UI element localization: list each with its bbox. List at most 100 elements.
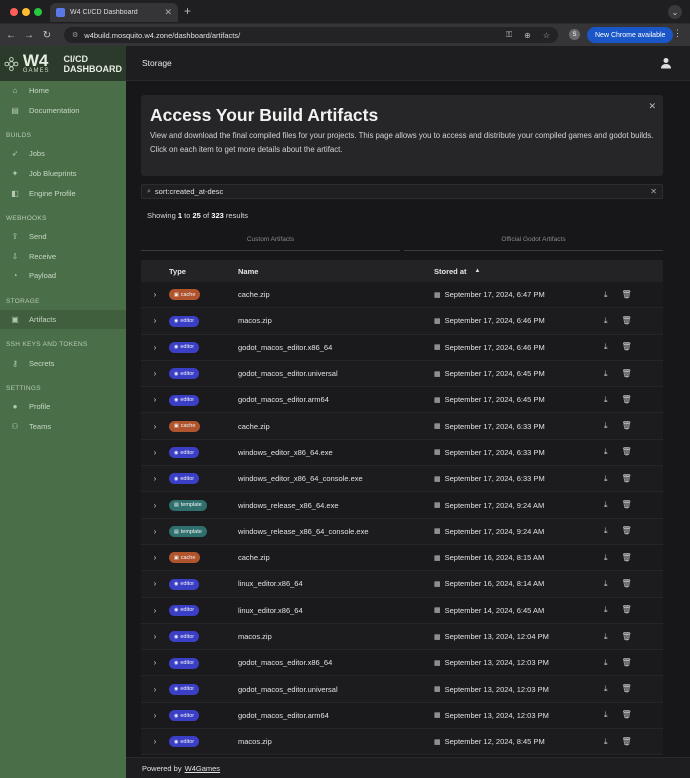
download-icon[interactable]: ⤓ bbox=[604, 605, 608, 615]
download-icon[interactable]: ⤓ bbox=[604, 369, 608, 379]
forward-arrow-icon[interactable]: → bbox=[20, 30, 38, 41]
more-menu-icon[interactable]: ⋮ bbox=[673, 28, 682, 39]
delete-icon[interactable]: 🗑 bbox=[622, 526, 632, 536]
download-icon[interactable]: ⤓ bbox=[604, 579, 608, 589]
expand-chevron-icon[interactable]: › bbox=[141, 685, 169, 694]
table-row[interactable]: › ▣ cache cache.zip ▦ September 17, 2024, 6:3… bbox=[141, 413, 663, 440]
expand-chevron-icon[interactable]: › bbox=[141, 316, 169, 325]
delete-icon[interactable]: 🗑 bbox=[622, 290, 632, 300]
delete-icon[interactable]: 🗑 bbox=[622, 658, 632, 668]
tab-search-icon[interactable]: ⌄ bbox=[668, 5, 682, 19]
delete-icon[interactable]: 🗑 bbox=[622, 737, 632, 747]
sidebar-item-send[interactable]: ⇪ Send bbox=[0, 227, 126, 247]
expand-chevron-icon[interactable]: › bbox=[141, 290, 169, 299]
download-icon[interactable]: ⤓ bbox=[604, 342, 608, 352]
close-tab-icon[interactable]: ✕ bbox=[164, 7, 172, 18]
delete-icon[interactable]: 🗑 bbox=[622, 710, 632, 720]
search-query[interactable]: sort:created_at-desc bbox=[155, 187, 646, 196]
download-icon[interactable]: ⤓ bbox=[604, 447, 608, 457]
table-row[interactable]: › ◉ editor macos.zip ▦ September 17, 2024, 6:… bbox=[141, 308, 663, 335]
sidebar-item-artifacts[interactable]: ▣ Artifacts bbox=[0, 309, 126, 330]
expand-chevron-icon[interactable]: › bbox=[141, 632, 169, 641]
download-icon[interactable]: ⤓ bbox=[604, 500, 608, 510]
download-icon[interactable]: ⤓ bbox=[604, 632, 608, 642]
close-window-button[interactable] bbox=[10, 8, 18, 16]
new-chrome-available-button[interactable]: New Chrome available bbox=[587, 27, 674, 43]
address-bar[interactable]: ⚙ w4build.mosquito.w4.zone/dashboard/art… bbox=[64, 27, 558, 43]
expand-chevron-icon[interactable]: › bbox=[141, 737, 169, 746]
table-row[interactable]: › ▣ cache cache.zip ▦ September 16, 2024, 8:1… bbox=[141, 544, 663, 572]
maximize-window-button[interactable] bbox=[34, 8, 42, 16]
delete-icon[interactable]: 🗑 bbox=[622, 684, 632, 694]
key-icon[interactable]: ⚿ bbox=[506, 30, 512, 40]
download-icon[interactable]: ⤓ bbox=[604, 526, 608, 536]
expand-chevron-icon[interactable]: › bbox=[141, 369, 169, 378]
table-row[interactable]: › ◉ editor godot_macos_editor.universal ▦ Sep… bbox=[141, 676, 663, 703]
expand-chevron-icon[interactable]: › bbox=[141, 343, 169, 352]
download-icon[interactable]: ⤓ bbox=[604, 553, 608, 563]
table-row[interactable]: › ▤ template windows_release_x86_64_console… bbox=[141, 518, 663, 545]
tab-custom-artifacts[interactable]: Custom Artifacts bbox=[141, 233, 400, 251]
expand-chevron-icon[interactable]: › bbox=[141, 606, 169, 615]
expand-chevron-icon[interactable]: › bbox=[141, 395, 169, 404]
expand-chevron-icon[interactable]: › bbox=[141, 711, 169, 720]
download-icon[interactable]: ⤓ bbox=[604, 684, 608, 694]
expand-chevron-icon[interactable]: › bbox=[141, 474, 169, 483]
delete-icon[interactable]: 🗑 bbox=[622, 342, 632, 352]
sidebar-item-home[interactable]: ⌂ Home bbox=[0, 81, 126, 101]
table-row[interactable]: › ◉ editor godot_macos_editor.x86_64 ▦ Septem… bbox=[141, 650, 663, 677]
reload-icon[interactable]: ↻ bbox=[38, 30, 56, 41]
download-icon[interactable]: ⤓ bbox=[604, 474, 608, 484]
zoom-icon[interactable]: ⊕ bbox=[524, 31, 531, 40]
delete-icon[interactable]: 🗑 bbox=[622, 395, 632, 405]
sidebar-item-secrets[interactable]: ⚷ Secrets bbox=[0, 353, 126, 373]
delete-icon[interactable]: 🗑 bbox=[622, 632, 632, 642]
table-row[interactable]: › ◉ editor linux_editor.x86_64 ▦ September 16… bbox=[141, 571, 663, 598]
sidebar-item-receive[interactable]: ⇩ Receive bbox=[0, 247, 126, 267]
sidebar-item-profile[interactable]: ● Profile bbox=[0, 397, 126, 417]
profile-avatar[interactable]: S bbox=[569, 29, 580, 40]
table-row[interactable]: › ◉ editor godot_macos_editor.arm64 ▦ Septemb… bbox=[141, 702, 663, 730]
expand-chevron-icon[interactable]: › bbox=[141, 579, 169, 588]
sidebar-item-job-blueprints[interactable]: ✦ Job Blueprints bbox=[0, 164, 126, 184]
table-row[interactable]: › ◉ editor macos.zip ▦ September 13, 2024, 12… bbox=[141, 623, 663, 651]
expand-chevron-icon[interactable]: › bbox=[141, 422, 169, 431]
download-icon[interactable]: ⤓ bbox=[604, 290, 608, 300]
brand-logo[interactable]: W4 GAMES CI/CD DASHBOARD bbox=[0, 46, 126, 81]
delete-icon[interactable]: 🗑 bbox=[622, 421, 632, 431]
download-icon[interactable]: ⤓ bbox=[604, 710, 608, 720]
site-info-icon[interactable]: ⚙ bbox=[72, 31, 78, 39]
table-row[interactable]: › ◉ editor godot_macos_editor.universal ▦ Sep… bbox=[141, 360, 663, 388]
minimize-window-button[interactable] bbox=[22, 8, 30, 16]
tab-official-godot-artifacts[interactable]: Official Godot Artifacts bbox=[404, 233, 663, 251]
browser-tab[interactable]: W4 CI/CD Dashboard ✕ bbox=[50, 3, 178, 22]
back-arrow-icon[interactable]: ← bbox=[2, 30, 20, 41]
expand-chevron-icon[interactable]: › bbox=[141, 527, 169, 536]
new-tab-icon[interactable]: + bbox=[184, 4, 191, 18]
sidebar-item-documentation[interactable]: ▤ Documentation bbox=[0, 101, 126, 121]
stored-at-column-header[interactable]: Stored at ▲ bbox=[434, 267, 604, 276]
url-text[interactable]: w4build.mosquito.w4.zone/dashboard/artif… bbox=[84, 31, 494, 40]
delete-icon[interactable]: 🗑 bbox=[622, 369, 632, 379]
sidebar-item-payload[interactable]: ◔ Payload bbox=[0, 266, 126, 286]
expand-chevron-icon[interactable]: › bbox=[141, 658, 169, 667]
sort-ascending-icon[interactable]: ▲ bbox=[475, 268, 481, 274]
table-row[interactable]: › ▣ cache cache.zip ▦ September 17, 2024, 6:4… bbox=[141, 282, 663, 309]
download-icon[interactable]: ⤓ bbox=[604, 737, 608, 747]
table-row[interactable]: › ◉ editor linux_editor.x86_64 ▦ September 14… bbox=[141, 597, 663, 624]
download-icon[interactable]: ⤓ bbox=[604, 395, 608, 405]
delete-icon[interactable]: 🗑 bbox=[622, 579, 632, 589]
table-row[interactable]: › ◉ editor windows_editor_x86_64.exe ▦ Septem… bbox=[141, 439, 663, 467]
bookmark-star-icon[interactable]: ☆ bbox=[543, 31, 550, 40]
table-row[interactable]: › ◉ editor godot_macos_editor.x86_64 ▦ Septem… bbox=[141, 334, 663, 361]
sidebar-item-jobs[interactable]: ➶ Jobs bbox=[0, 144, 126, 164]
table-row[interactable]: › ◉ editor godot_macos_editor.arm64 ▦ Septemb… bbox=[141, 387, 663, 414]
delete-icon[interactable]: 🗑 bbox=[622, 500, 632, 510]
search-input[interactable]: ⌕ sort:created_at-desc ✕ bbox=[141, 184, 663, 199]
close-icon[interactable]: ✕ bbox=[648, 101, 656, 112]
download-icon[interactable]: ⤓ bbox=[604, 658, 608, 668]
download-icon[interactable]: ⤓ bbox=[604, 421, 608, 431]
table-row[interactable]: › ◉ editor macos.zip ▦ September 12, 2024, 8:… bbox=[141, 729, 663, 756]
delete-icon[interactable]: 🗑 bbox=[622, 605, 632, 615]
table-row[interactable]: › ▤ template windows_release_x86_64.exe ▦ Sep… bbox=[141, 492, 663, 519]
